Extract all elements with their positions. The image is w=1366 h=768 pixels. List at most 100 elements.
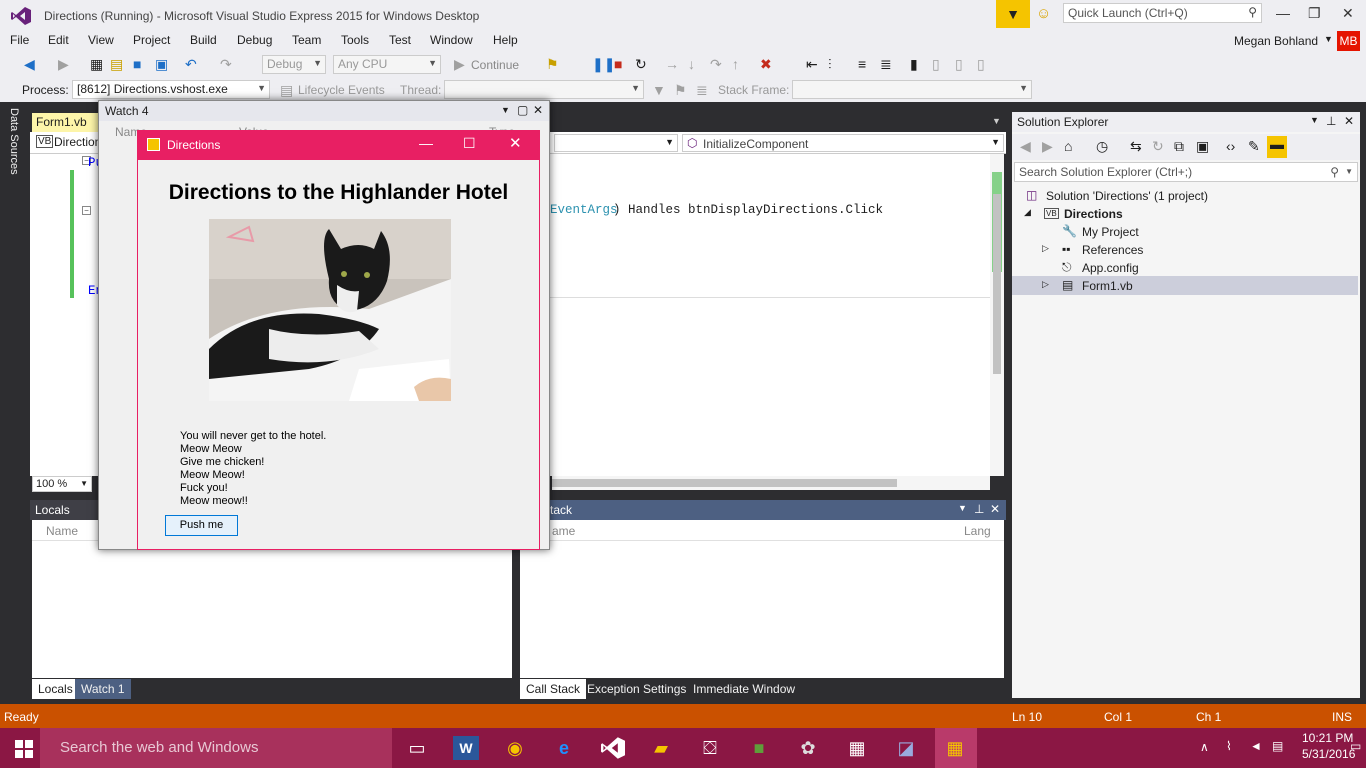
home-icon[interactable]: ⌂: [1064, 138, 1072, 154]
scroll-thumb[interactable]: [552, 479, 897, 487]
form-close-button[interactable]: ✕: [509, 134, 522, 152]
panel-menu-icon[interactable]: ▼: [1310, 115, 1319, 125]
hex-display-icon[interactable]: ⇤: [806, 56, 818, 73]
tab-form1-vb[interactable]: Form1.vb: [32, 113, 100, 132]
properties-icon[interactable]: ✎: [1248, 138, 1260, 155]
tree-my-project[interactable]: My Project: [1082, 225, 1139, 239]
edge-icon[interactable]: e: [551, 736, 577, 760]
chevron-down-icon[interactable]: ▼: [1345, 167, 1353, 176]
locals-col-name[interactable]: Name: [46, 524, 78, 538]
menu-debug[interactable]: Debug: [237, 33, 272, 47]
collapsed-arrow-icon[interactable]: ▷: [1042, 279, 1049, 290]
push-me-button[interactable]: Push me: [165, 515, 238, 536]
menu-test[interactable]: Test: [389, 33, 411, 47]
scroll-thumb[interactable]: [993, 194, 1001, 374]
paint-icon[interactable]: ✿: [795, 736, 821, 760]
visual-studio-icon[interactable]: [599, 736, 627, 760]
refresh-icon[interactable]: ↻: [1152, 138, 1164, 155]
editor-vertical-scrollbar[interactable]: [990, 154, 1004, 476]
thread-select[interactable]: ▼: [444, 80, 644, 99]
preview-icon[interactable]: ▬: [1267, 136, 1287, 158]
tab-watch-1[interactable]: Watch 1: [75, 679, 131, 699]
close-button[interactable]: ✕: [1342, 5, 1354, 22]
callstack-col-language[interactable]: Lang: [964, 524, 991, 538]
redo-icon[interactable]: ↷: [220, 56, 232, 73]
collapse-all-icon[interactable]: ⧉: [1174, 138, 1184, 155]
tree-form1-vb[interactable]: Form1.vb: [1082, 279, 1133, 293]
show-flagged-icon[interactable]: ⚑: [674, 82, 687, 99]
word-icon[interactable]: W: [453, 736, 479, 760]
step-over-icon[interactable]: ↷: [710, 56, 722, 73]
restart-icon[interactable]: ↻: [635, 56, 647, 73]
tree-references[interactable]: References: [1082, 243, 1143, 257]
view-code-icon[interactable]: ‹›: [1226, 138, 1235, 154]
editor-horizontal-scrollbar[interactable]: [552, 476, 990, 490]
menu-tools[interactable]: Tools: [341, 33, 369, 47]
continue-icon[interactable]: ▶: [454, 56, 465, 73]
task-view-icon[interactable]: ▭: [404, 736, 430, 760]
bookmark-icon[interactable]: ▮: [910, 56, 918, 73]
pin-icon[interactable]: ⊥: [1326, 114, 1336, 128]
tree-app-config[interactable]: App.config: [1082, 261, 1139, 275]
callstack-grid[interactable]: ame Lang: [520, 520, 1004, 678]
save-all-icon[interactable]: ▣: [155, 56, 168, 73]
continue-button[interactable]: Continue: [471, 58, 519, 72]
zoom-select[interactable]: 100 % ▼: [32, 476, 92, 492]
clear-bookmarks-icon[interactable]: ▯: [977, 56, 985, 73]
show-all-files-icon[interactable]: ▣: [1196, 138, 1209, 155]
attach-icon[interactable]: ⚑: [546, 56, 559, 73]
panel-menu-icon[interactable]: ▼: [958, 503, 967, 513]
notifications-icon[interactable]: ▭: [1350, 739, 1361, 753]
break-all-icon[interactable]: ❚❚: [592, 56, 615, 73]
threads-icon[interactable]: ⫶: [828, 56, 832, 73]
collapsed-arrow-icon[interactable]: ▷: [1042, 243, 1049, 254]
sync-icon[interactable]: ⇆: [1130, 138, 1142, 155]
new-project-icon[interactable]: ▦: [90, 56, 103, 73]
clock-date[interactable]: 5/31/2016: [1302, 747, 1355, 761]
menu-edit[interactable]: Edit: [48, 33, 69, 47]
lifecycle-events-button[interactable]: Lifecycle Events: [298, 83, 385, 97]
menu-help[interactable]: Help: [493, 33, 518, 47]
menu-view[interactable]: View: [88, 33, 114, 47]
windows-start-icon[interactable]: [15, 740, 33, 758]
tab-locals[interactable]: Locals: [32, 679, 79, 699]
flag-thread-icon[interactable]: ▼: [652, 82, 666, 98]
volume-icon[interactable]: ◄: [1250, 739, 1262, 753]
data-sources-tab[interactable]: Data Sources: [8, 108, 20, 175]
tree-project[interactable]: Directions: [1064, 207, 1123, 221]
tab-immediate-window[interactable]: Immediate Window: [687, 679, 801, 699]
tab-call-stack[interactable]: Call Stack: [520, 679, 587, 699]
next-bookmark-icon[interactable]: ▯: [955, 56, 963, 73]
panel-menu-icon[interactable]: ▼: [501, 105, 510, 115]
nav-member-select[interactable]: ⬡ InitializeComponent ▼: [682, 134, 1004, 152]
form-minimize-button[interactable]: —: [419, 135, 433, 151]
forward-icon[interactable]: ▶: [58, 56, 69, 73]
comment-icon[interactable]: ≡: [858, 56, 866, 72]
close-icon[interactable]: ✕: [990, 502, 1000, 516]
configuration-select[interactable]: Debug ▼: [262, 55, 326, 74]
tab-exception-settings[interactable]: Exception Settings: [581, 679, 692, 699]
nav-left-value[interactable]: Direction: [54, 135, 101, 149]
solution-search-input[interactable]: Search Solution Explorer (Ctrl+;) ⚲ ▼: [1014, 162, 1358, 182]
keyboard-icon[interactable]: ▤: [1272, 739, 1283, 753]
calculator-icon[interactable]: ▦: [844, 736, 870, 760]
platform-select[interactable]: Any CPU ▼: [333, 55, 441, 74]
menu-team[interactable]: Team: [292, 33, 321, 47]
chrome-icon[interactable]: ◉: [502, 736, 528, 760]
clock-time[interactable]: 10:21 PM: [1302, 731, 1353, 745]
stack-frame-select[interactable]: ▼: [792, 80, 1032, 99]
back-icon[interactable]: ◀: [1020, 138, 1031, 155]
open-file-icon[interactable]: ▤: [110, 56, 123, 73]
callstack-col-name[interactable]: ame: [552, 524, 575, 538]
file-explorer-icon[interactable]: ▰: [648, 736, 674, 760]
network-icon[interactable]: ⌇: [1226, 739, 1232, 753]
show-hidden-icons[interactable]: ∧: [1200, 740, 1209, 754]
save-icon[interactable]: ■: [133, 56, 141, 72]
menu-project[interactable]: Project: [133, 33, 170, 47]
notes-icon[interactable]: ◪: [893, 736, 919, 760]
close-icon[interactable]: ✕: [533, 103, 543, 117]
menu-build[interactable]: Build: [190, 33, 217, 47]
taskbar-search-input[interactable]: Search the web and Windows: [40, 728, 392, 768]
show-next-statement-icon[interactable]: →: [665, 56, 679, 72]
undo-icon[interactable]: ↶: [185, 56, 197, 73]
